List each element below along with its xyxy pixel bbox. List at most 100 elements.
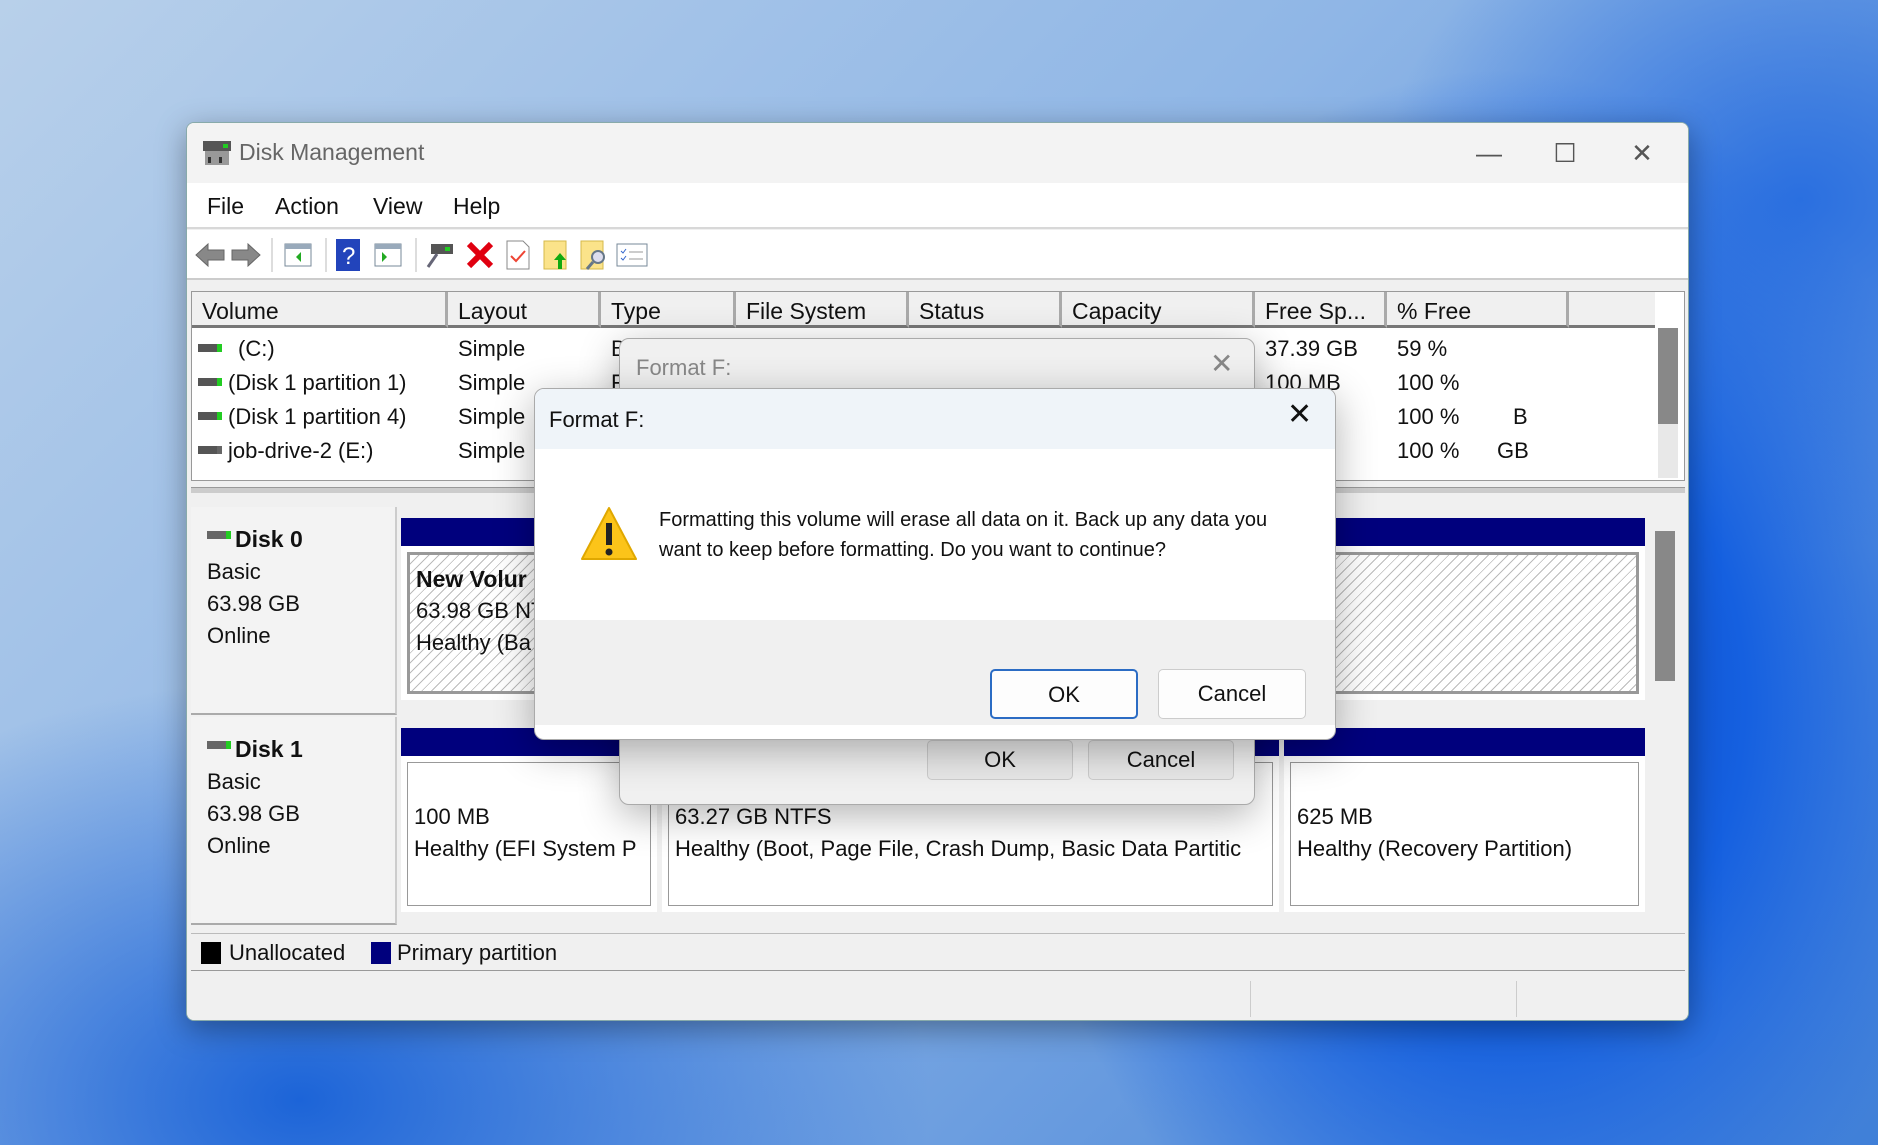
cell-pct: 100 % — [1397, 370, 1460, 395]
ok-button[interactable]: OK — [990, 669, 1138, 719]
svg-text:?: ? — [342, 243, 355, 270]
partition-status: Healthy (Boot, Page File, Crash Dump, Ba… — [675, 836, 1242, 861]
volume-icon — [198, 378, 222, 386]
disk-state: Online — [207, 833, 271, 858]
cell-layout: Simple — [458, 404, 526, 429]
forward-icon[interactable] — [229, 238, 263, 272]
window-title: Disk Management — [239, 139, 425, 165]
title-bar: Disk Management — ☐ ✕ — [187, 123, 1688, 183]
toolbar-separator — [415, 238, 417, 272]
toolbar: ? — [187, 230, 1688, 280]
disk-icon — [207, 741, 231, 749]
cancel-button[interactable]: Cancel — [1088, 740, 1234, 780]
toolbar-separator — [271, 238, 273, 272]
cancel-button[interactable]: Cancel — [1158, 669, 1306, 719]
partition-status: Healthy (Recovery Partition) — [1297, 836, 1573, 861]
partition-size: 100 MB — [414, 804, 490, 829]
column-header-file-system[interactable]: File System — [736, 292, 909, 328]
menu-bar: File Action View Help — [187, 183, 1688, 229]
status-divider — [1516, 981, 1517, 1017]
partition-header — [1284, 728, 1645, 756]
folder-search-icon[interactable] — [577, 238, 611, 272]
column-header-volume[interactable]: Volume — [192, 292, 448, 328]
volume-icon — [198, 446, 222, 454]
volume-icon — [198, 344, 222, 352]
column-header-capacity[interactable]: Capacity — [1062, 292, 1255, 328]
dialog-title-bar: Format F: ✕ — [535, 389, 1335, 449]
partition-size: 625 MB — [1297, 804, 1373, 829]
legend: Unallocated Primary partition — [191, 933, 1685, 971]
cell-free: GB — [1497, 438, 1529, 463]
disk-icon — [207, 531, 231, 539]
disk-type: Basic — [207, 769, 261, 794]
status-divider — [1250, 981, 1251, 1017]
dialog-title: Format F: — [549, 407, 645, 432]
disk-type: Basic — [207, 559, 261, 584]
menu-file[interactable]: File — [207, 193, 244, 220]
help-icon[interactable]: ? — [331, 238, 365, 272]
dialog-title: Format F: — [636, 355, 732, 380]
check-icon[interactable] — [501, 238, 535, 272]
cell-free: 37.39 GB — [1265, 336, 1358, 361]
dialog-message: Formatting this volume will erase all da… — [659, 505, 1267, 565]
dialog-message-line-2: want to keep before formatting. Do you w… — [659, 539, 1166, 561]
menu-help[interactable]: Help — [453, 193, 500, 220]
column-header-percent-free[interactable]: % Free — [1387, 292, 1569, 328]
cell-volume: (Disk 1 partition 4) — [228, 404, 407, 429]
back-icon[interactable] — [193, 238, 227, 272]
legend-swatch-primary — [371, 942, 391, 964]
menu-action[interactable]: Action — [275, 193, 339, 220]
column-header-free-space[interactable]: Free Sp... — [1255, 292, 1387, 328]
disk-size: 63.98 GB — [207, 801, 300, 826]
column-header-status[interactable]: Status — [909, 292, 1062, 328]
ok-button[interactable]: OK — [927, 740, 1073, 780]
status-bar — [187, 975, 1688, 1020]
cell-volume: job-drive-2 (E:) — [228, 438, 374, 463]
column-header-empty — [1569, 292, 1655, 328]
legend-label-primary: Primary partition — [397, 940, 558, 965]
disk-1-label[interactable]: Disk 1 Basic 63.98 GB Online — [191, 717, 397, 925]
dialog-footer: OK Cancel — [535, 620, 1335, 725]
partition-status: Healthy (EFI System P — [414, 836, 637, 861]
warning-icon — [581, 507, 637, 560]
legend-label-unallocated: Unallocated — [229, 940, 346, 965]
format-confirm-dialog: Format F: ✕ Formatting this volume will … — [534, 388, 1336, 740]
column-header-type[interactable]: Type — [601, 292, 736, 328]
disk-1-partition-recovery[interactable]: 625 MB Healthy (Recovery Partition) — [1284, 728, 1645, 912]
column-header-layout[interactable]: Layout — [448, 292, 601, 328]
partition-body: 100 MB Healthy (EFI System P — [407, 762, 651, 906]
close-icon[interactable]: ✕ — [1287, 397, 1312, 432]
toolbar-separator — [325, 238, 327, 272]
delete-icon[interactable] — [463, 238, 497, 272]
disk-state: Online — [207, 623, 271, 648]
vertical-scrollbar[interactable] — [1658, 328, 1678, 478]
partition-size: 63.27 GB NTFS — [675, 804, 832, 829]
disk-name: Disk 0 — [235, 526, 303, 552]
action-pane-icon[interactable] — [371, 238, 405, 272]
cell-volume: (Disk 1 partition 1) — [228, 370, 407, 395]
cell-layout: Simple — [458, 438, 526, 463]
legend-swatch-unallocated — [201, 942, 221, 964]
cell-layout: Simple — [458, 336, 526, 361]
scrollbar-thumb[interactable] — [1658, 328, 1678, 424]
cell-volume: (C:) — [238, 336, 275, 361]
volume-icon — [198, 412, 222, 420]
cell-pct: 100 % — [1397, 404, 1460, 429]
minimize-button[interactable]: — — [1459, 131, 1519, 175]
properties-list-icon[interactable] — [615, 238, 649, 272]
folder-up-icon[interactable] — [539, 238, 573, 272]
disk-name: Disk 1 — [235, 736, 303, 762]
maximize-button[interactable]: ☐ — [1535, 131, 1595, 175]
disk-0-label[interactable]: Disk 0 Basic 63.98 GB Online — [191, 507, 397, 715]
partition-body: 625 MB Healthy (Recovery Partition) — [1290, 762, 1639, 906]
close-icon[interactable]: ✕ — [1210, 347, 1233, 380]
dialog-message-line-1: Formatting this volume will erase all da… — [659, 509, 1268, 531]
cell-pct: 59 % — [1397, 336, 1448, 361]
menu-view[interactable]: View — [373, 193, 422, 220]
graph-scrollbar-thumb[interactable] — [1655, 531, 1675, 681]
console-tree-icon[interactable] — [281, 238, 315, 272]
close-button[interactable]: ✕ — [1612, 131, 1672, 175]
cell-free: B — [1513, 404, 1528, 429]
cell-layout: Simple — [458, 370, 526, 395]
connect-disk-icon[interactable] — [423, 238, 457, 272]
